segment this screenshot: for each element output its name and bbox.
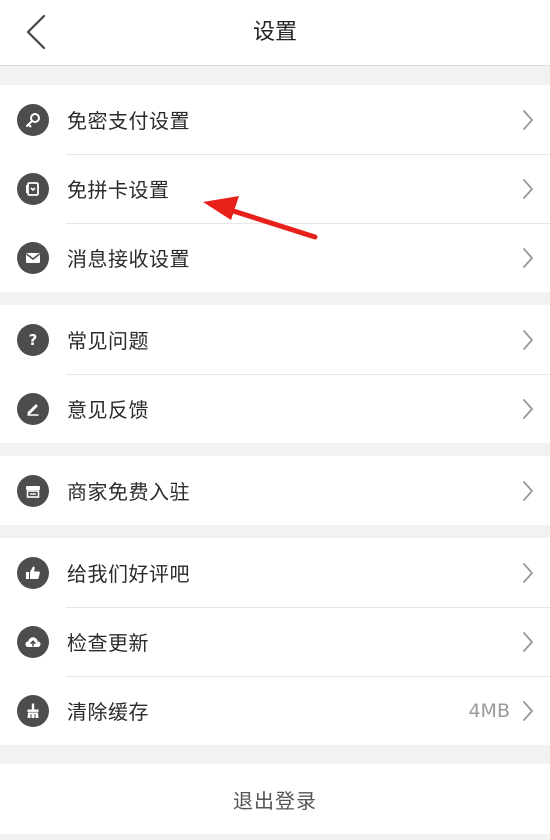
chevron-right-icon: [523, 178, 533, 199]
settings-row-label: 意见反馈: [67, 398, 149, 422]
settings-row-message-receiving[interactable]: 消息接收设置: [0, 223, 550, 292]
settings-group-help: ? 常见问题 意见反馈: [0, 305, 550, 443]
settings-row-clear-cache[interactable]: 清除缓存 4MB: [0, 676, 550, 745]
page-title: 设置: [252, 20, 297, 45]
logout-button[interactable]: 退出登录: [0, 764, 550, 834]
back-button[interactable]: [14, 10, 58, 54]
thumbs-up-icon: [17, 556, 49, 589]
cloud-upload-icon: [17, 625, 49, 658]
question-icon: ?: [17, 323, 49, 356]
settings-row-label: 商家免费入驻: [67, 480, 190, 504]
settings-row-label: 常见问题: [67, 329, 149, 353]
settings-row-label: 消息接收设置: [67, 247, 190, 271]
settings-group-account: 免密支付设置 免拼卡设置 消息接收设置: [0, 85, 550, 292]
chevron-right-icon: [523, 631, 533, 652]
mail-icon: [17, 241, 49, 274]
key-icon: [17, 103, 49, 136]
cache-size-value: 4MB: [468, 699, 510, 722]
broom-icon: [17, 694, 49, 727]
settings-row-merchant-join[interactable]: 商家免费入驻: [0, 456, 550, 525]
settings-row-rate-us[interactable]: 给我们好评吧: [0, 538, 550, 607]
settings-row-check-update[interactable]: 检查更新: [0, 607, 550, 676]
settings-row-label: 给我们好评吧: [67, 562, 190, 586]
logout-label: 退出登录: [233, 788, 317, 813]
chevron-right-icon: [523, 109, 533, 130]
settings-row-password-free-payment[interactable]: 免密支付设置: [0, 85, 550, 154]
settings-row-feedback[interactable]: 意见反馈: [0, 374, 550, 443]
settings-row-free-group-card[interactable]: 免拼卡设置: [0, 154, 550, 223]
settings-row-label: 检查更新: [67, 631, 149, 655]
card-icon: [17, 172, 49, 205]
pen-icon: [17, 392, 49, 425]
settings-group-merchant: 商家免费入驻: [0, 456, 550, 525]
svg-text:?: ?: [29, 331, 38, 349]
store-icon: [17, 474, 49, 507]
settings-row-faq[interactable]: ? 常见问题: [0, 305, 550, 374]
settings-row-label: 清除缓存: [67, 700, 149, 724]
chevron-right-icon: [523, 480, 533, 501]
chevron-left-icon: [26, 14, 46, 50]
nav-bar: 设置: [0, 0, 550, 66]
settings-row-label: 免密支付设置: [67, 109, 190, 133]
settings-group-app: 给我们好评吧 检查更新 清除缓存 4MB: [0, 538, 550, 745]
chevron-right-icon: [523, 247, 533, 268]
chevron-right-icon: [523, 700, 533, 721]
chevron-right-icon: [523, 329, 533, 350]
settings-row-label: 免拼卡设置: [67, 178, 170, 202]
chevron-right-icon: [523, 562, 533, 583]
chevron-right-icon: [523, 398, 533, 419]
